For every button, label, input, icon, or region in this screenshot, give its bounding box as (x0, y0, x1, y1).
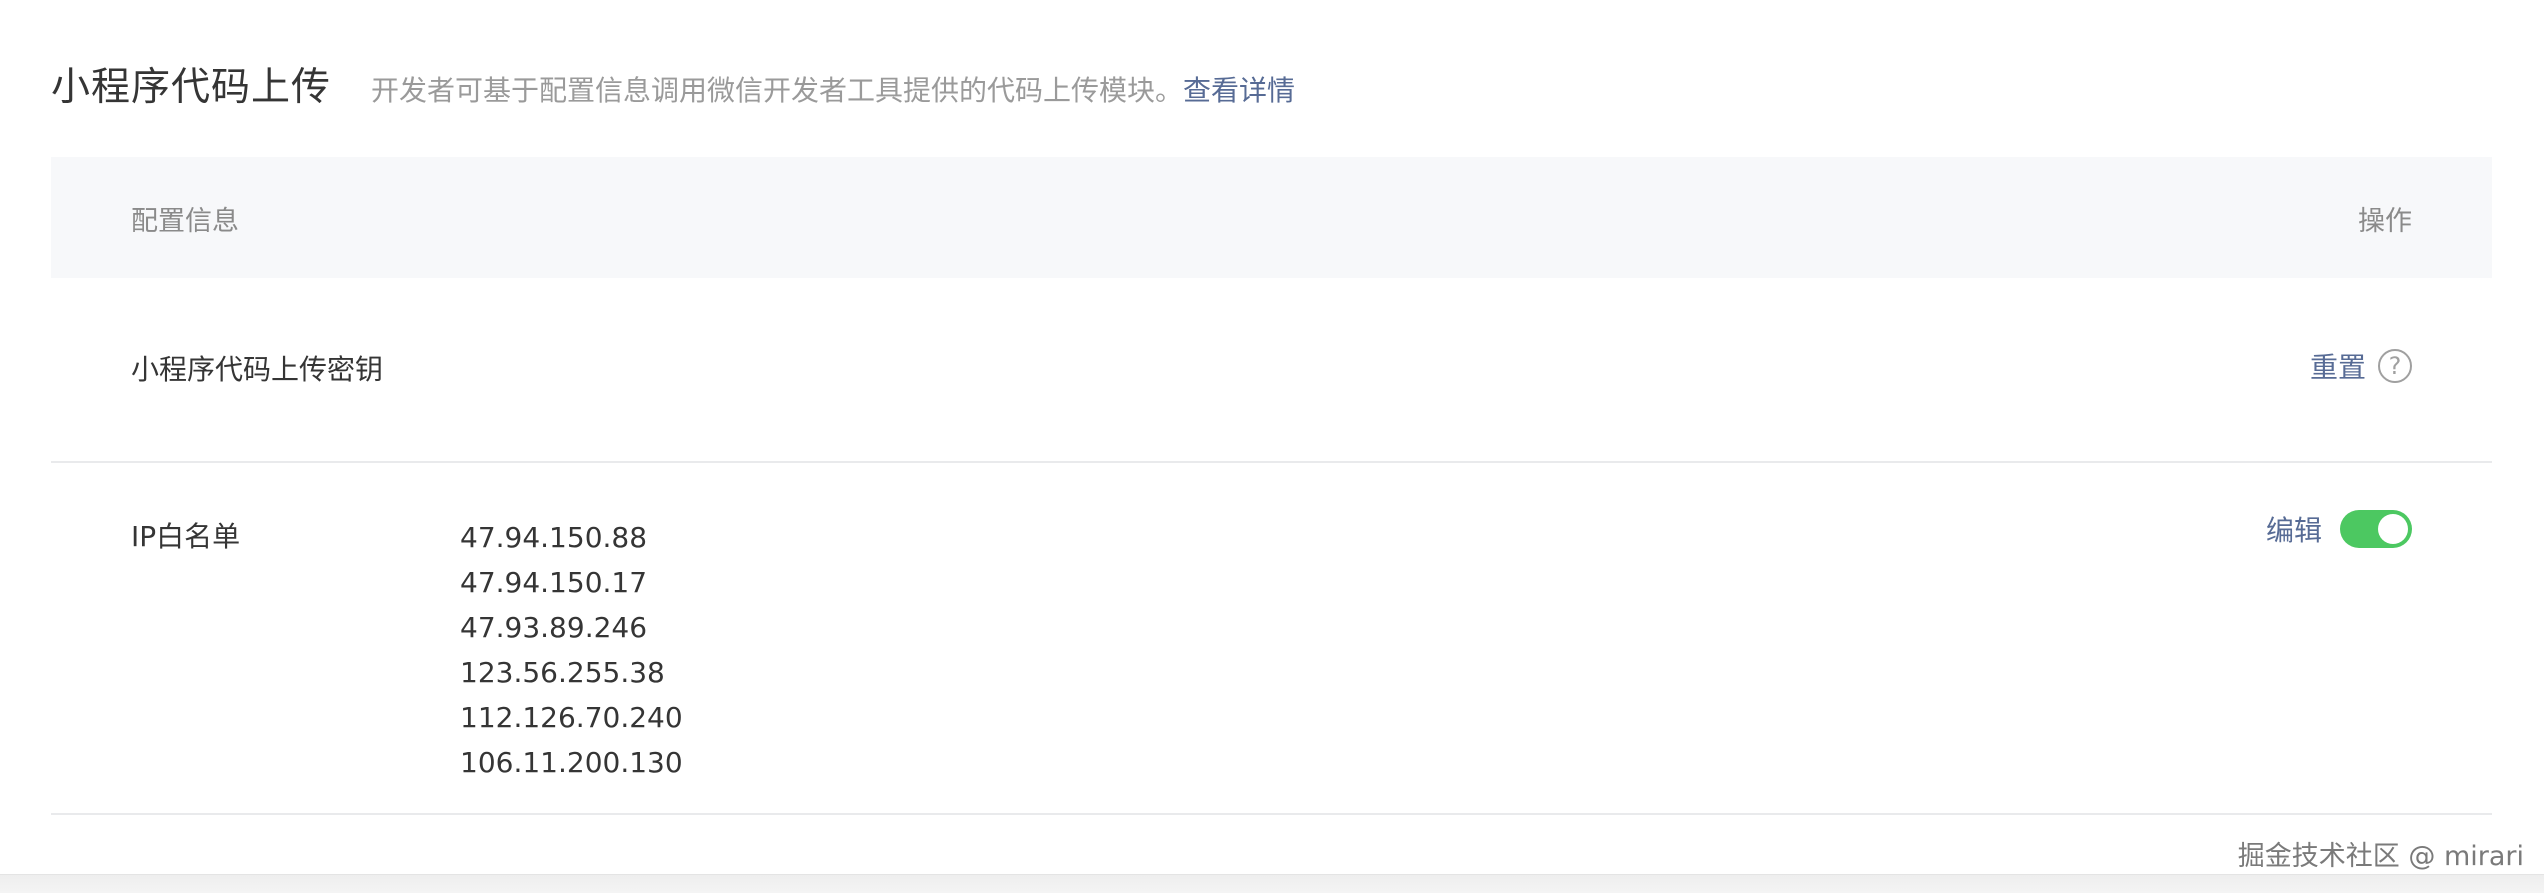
view-details-link[interactable]: 查看详情 (1183, 69, 1295, 109)
ip-item: 47.94.150.17 (460, 566, 648, 599)
ip-item: 47.94.150.88 (460, 521, 648, 554)
toggle-knob (2378, 514, 2408, 544)
ip-item: 112.126.70.240 (460, 701, 683, 734)
reset-button[interactable]: 重置 (2310, 346, 2366, 386)
question-circle-icon[interactable]: ? (2378, 349, 2412, 383)
page-header: 小程序代码上传 开发者可基于配置信息调用微信开发者工具提供的代码上传模块。 查看… (51, 56, 1295, 116)
ip-whitelist-label: IP白名单 (131, 520, 241, 553)
bottom-divider (0, 874, 2544, 893)
ip-item: 106.11.200.130 (460, 746, 683, 779)
table-header: 配置信息 操作 (51, 157, 2492, 278)
page-description: 开发者可基于配置信息调用微信开发者工具提供的代码上传模块。 (371, 74, 1184, 107)
table-row-ip-whitelist: IP白名单 47.94.150.88 47.94.150.17 47.93.89… (51, 463, 2492, 815)
column-header-config-info: 配置信息 (131, 206, 239, 237)
page: 小程序代码上传 开发者可基于配置信息调用微信开发者工具提供的代码上传模块。 查看… (0, 0, 2544, 893)
ip-list: 47.94.150.88 47.94.150.17 47.93.89.246 1… (460, 515, 683, 785)
page-title: 小程序代码上传 (51, 65, 332, 110)
watermark: 掘金技术社区 @ mirari (2237, 841, 2524, 872)
upload-key-actions: 重置 ? (2310, 346, 2412, 386)
upload-key-label: 小程序代码上传密钥 (131, 353, 384, 386)
column-header-actions: 操作 (2358, 206, 2412, 237)
ip-item: 123.56.255.38 (460, 656, 665, 689)
ip-whitelist-toggle[interactable] (2340, 510, 2412, 548)
ip-whitelist-actions: 编辑 (2266, 509, 2412, 549)
config-table: 配置信息 操作 小程序代码上传密钥 重置 ? IP白名单 47.94.150.8… (51, 157, 2492, 815)
ip-item: 47.93.89.246 (460, 611, 648, 644)
table-row-upload-key: 小程序代码上传密钥 重置 ? (51, 278, 2492, 463)
edit-button[interactable]: 编辑 (2266, 509, 2322, 549)
